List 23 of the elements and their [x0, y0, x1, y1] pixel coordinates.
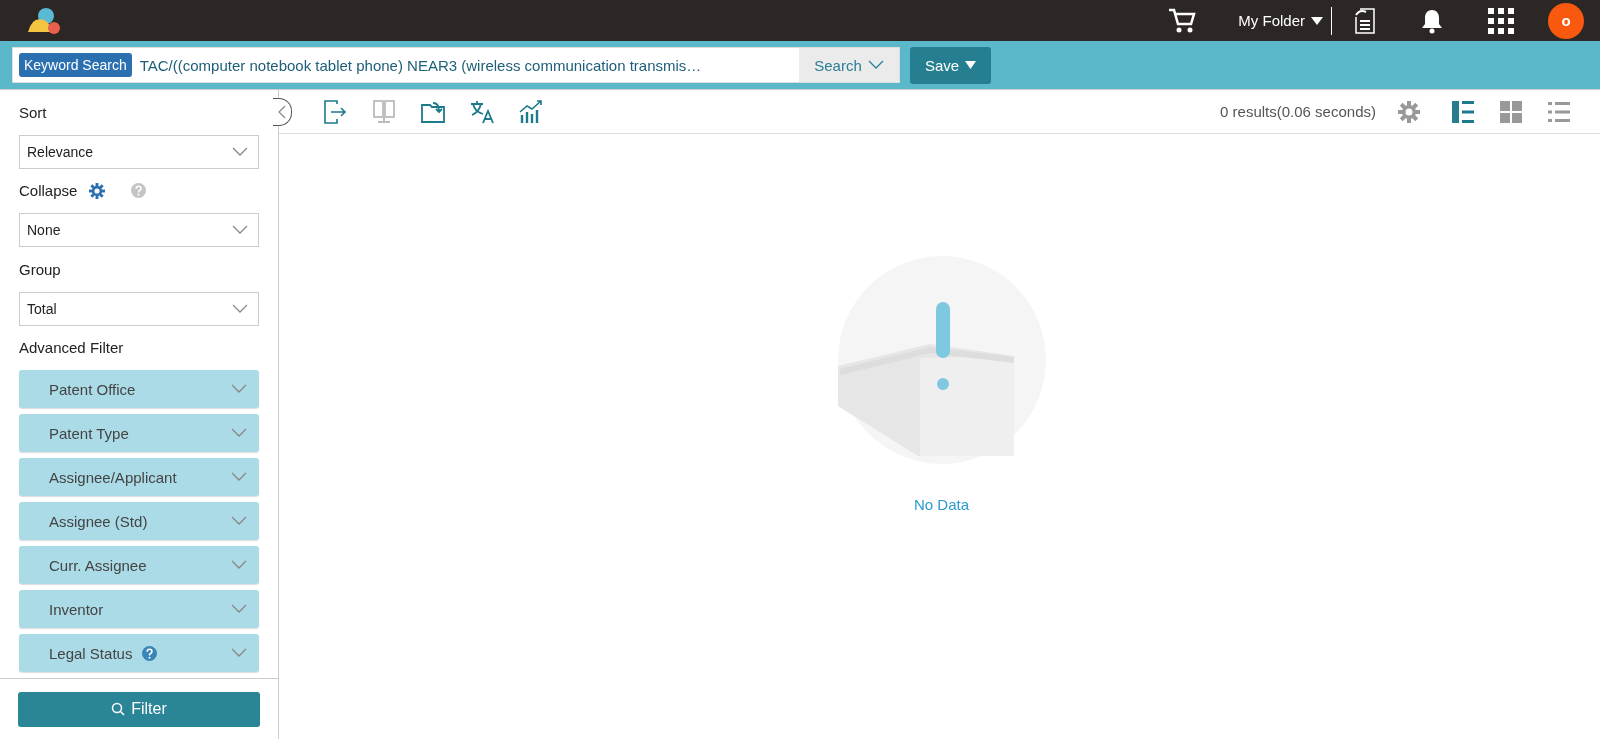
section-label: Advanced Filter [19, 339, 124, 357]
save-button[interactable]: Save [910, 46, 991, 84]
filter-accordion[interactable]: Patent Type [19, 414, 259, 452]
filter-accordion[interactable]: Assignee (Std) [19, 502, 259, 540]
results-count: 0 results(0.06 seconds) [1220, 103, 1376, 120]
search-button[interactable]: Search [799, 48, 899, 82]
keyword-search-tag[interactable]: Keyword Search [19, 53, 132, 77]
section-label: Collapse [19, 182, 78, 200]
filter-accordion[interactable]: Curr. Assignee [19, 546, 259, 584]
search-query-text: TAC/((computer notebook tablet phone) NEAR3 (wireless communication transmis… [139, 56, 703, 74]
keyword-search-field[interactable]: Keyword Search TAC/((computer notebook tablet phone) NEAR3 (wireless communication transmis… Search [12, 47, 900, 83]
section-label: Sort [19, 103, 47, 121]
section-label: Group [19, 260, 61, 278]
group-dropdown[interactable]: Total [19, 291, 259, 326]
filter-accordion[interactable]: Inventor [19, 590, 259, 628]
filter-accordion[interactable]: Patent Office [19, 370, 259, 408]
no-data-message: No Data [914, 496, 969, 513]
sort-dropdown[interactable]: Relevance [19, 134, 259, 169]
collapse-dropdown[interactable]: None [19, 213, 259, 247]
my-folder-menu[interactable]: My Folder [1218, 12, 1331, 29]
filter-accordion[interactable]: Legal Status [19, 634, 259, 672]
filter-accordion[interactable]: Assignee/Applicant [19, 458, 259, 496]
filter-button[interactable]: Filter [18, 691, 260, 727]
